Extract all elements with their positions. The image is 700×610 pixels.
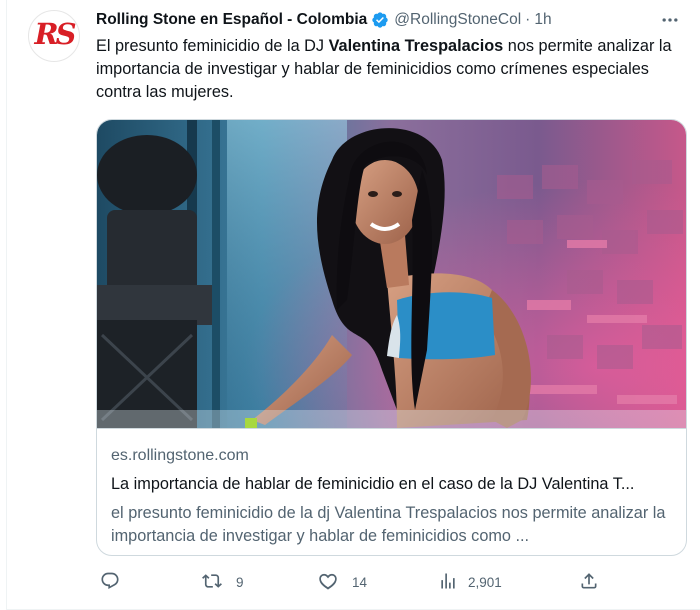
rolling-stone-logo: RS [34,16,76,51]
author-name[interactable]: Rolling Stone en Español - Colombia [96,11,367,29]
like-count: 14 [352,574,368,590]
verified-badge-icon [371,11,389,29]
author-handle[interactable]: @RollingStoneCol [394,11,521,29]
views-count: 2,901 [468,574,502,590]
tweet-timestamp[interactable]: 1h [534,11,551,29]
dj-photo [97,120,686,428]
tweet-text-bold: Valentina Trespalacios [328,37,504,55]
tweet[interactable]: RS Rolling Stone en Español - Colombia @… [6,0,700,610]
reply-button[interactable] [100,568,134,596]
views-button[interactable]: 2,901 [438,568,502,596]
card-meta[interactable]: es.rollingstone.com La importancia de ha… [97,428,686,555]
like-button[interactable]: 14 [318,568,367,596]
card-title: La importancia de hablar de feminicidio … [111,475,635,493]
tweet-actions: 9 14 2,901 [96,568,599,596]
views-chart-icon [438,571,458,594]
retweet-count: 9 [236,574,244,590]
retweet-icon [202,571,222,594]
tweet-text: El presunto feminicidio de la DJ Valenti… [96,35,696,104]
card-domain: es.rollingstone.com [111,447,249,464]
card-image[interactable] [97,120,686,428]
tweet-header: Rolling Stone en Español - Colombia @Rol… [96,9,552,31]
more-options-icon[interactable] [658,8,682,32]
heart-icon [318,571,338,594]
card-description: el presunto feminicidio de la dj Valenti… [111,504,666,545]
author-avatar[interactable]: RS [28,10,80,62]
share-button[interactable] [579,568,599,596]
reply-icon [100,571,120,594]
share-icon [579,571,599,594]
tweet-text-part: El presunto feminicidio de la DJ [96,37,329,55]
retweet-button[interactable]: 9 [202,568,244,596]
link-card[interactable]: es.rollingstone.com La importancia de ha… [96,119,687,556]
separator-dot: · [525,11,531,28]
